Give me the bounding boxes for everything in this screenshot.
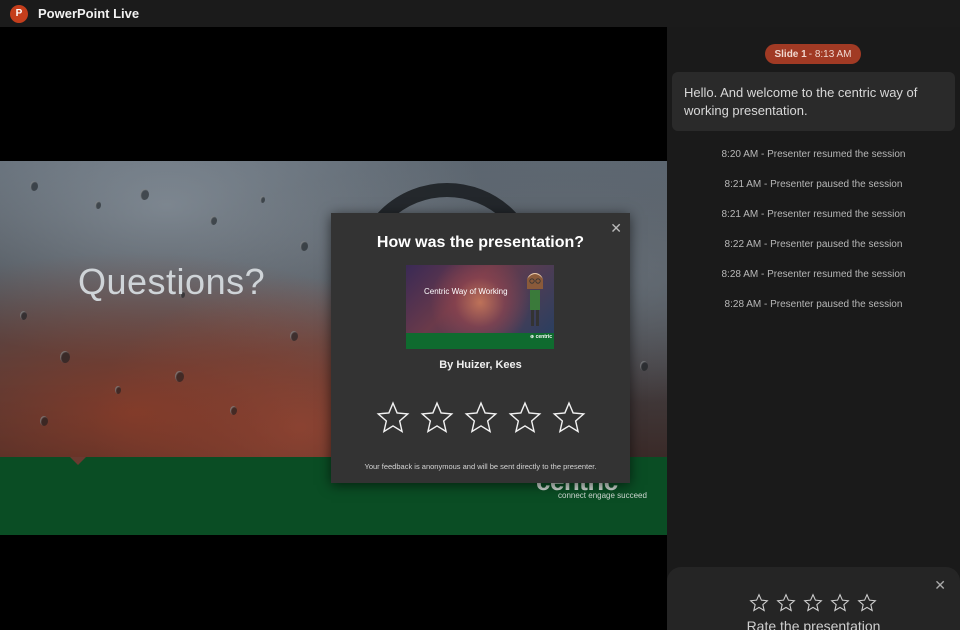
title-bar: P PowerPoint Live [0, 0, 960, 27]
slide-title: Questions? [78, 261, 266, 302]
thumbnail-title: Centric Way of Working [424, 287, 508, 296]
thumbnail-brand: ⊕ centric [530, 334, 552, 340]
presentation-thumbnail: Centric Way of Working ⊕ centric [406, 265, 554, 349]
star-1-icon[interactable] [376, 401, 410, 435]
session-event: 8:21 AM - Presenter paused the session [724, 178, 903, 190]
rate-star-1-icon[interactable] [749, 593, 769, 613]
live-chat-panel: Slide 1 - 8:13 AM Hello. And welcome to … [667, 27, 960, 630]
session-event: 8:20 AM - Presenter resumed the session [721, 148, 906, 160]
rate-star-5-icon[interactable] [857, 593, 877, 613]
centric-tagline: connect engage succeed [558, 491, 647, 500]
session-event-list: 8:20 AM - Presenter resumed the session … [667, 139, 960, 319]
rating-stars [376, 401, 586, 435]
star-4-icon[interactable] [508, 401, 542, 435]
powerpoint-logo-icon: P [10, 4, 28, 23]
presenter-message: Hello. And welcome to the centric way of… [672, 72, 955, 131]
rate-presentation-card: ✕ Rate the presentation [667, 567, 960, 630]
feedback-dialog: ✕ How was the presentation? Centric Way … [331, 213, 630, 483]
rate-star-2-icon[interactable] [776, 593, 796, 613]
rate-presentation-label: Rate the presentation [746, 618, 881, 630]
slide-number: Slide 1 [774, 48, 807, 60]
anonymity-footnote: Your feedback is anonymous and will be s… [364, 462, 597, 471]
close-icon[interactable]: ✕ [610, 221, 622, 235]
session-event: 8:28 AM - Presenter resumed the session [721, 268, 906, 280]
slide-time: - 8:13 AM [808, 48, 852, 60]
slide-band-notch [70, 457, 86, 465]
slide-timestamp-pill: Slide 1 - 8:13 AM [765, 44, 861, 64]
app-title: PowerPoint Live [38, 6, 140, 21]
star-3-icon[interactable] [464, 401, 498, 435]
dialog-title: How was the presentation? [376, 234, 585, 251]
rate-star-4-icon[interactable] [830, 593, 850, 613]
session-event: 8:21 AM - Presenter resumed the session [721, 208, 906, 220]
cartoon-figure-icon [527, 273, 543, 326]
star-2-icon[interactable] [420, 401, 454, 435]
rate-card-stars [749, 593, 877, 613]
logo-letter: P [15, 8, 23, 19]
rate-card-close-icon[interactable]: ✕ [934, 577, 946, 594]
presenter-byline: By Huizer, Kees [439, 359, 522, 371]
session-event: 8:28 AM - Presenter paused the session [724, 298, 903, 310]
star-5-icon[interactable] [552, 401, 586, 435]
session-event: 8:22 AM - Presenter paused the session [724, 238, 903, 250]
rate-star-3-icon[interactable] [803, 593, 823, 613]
